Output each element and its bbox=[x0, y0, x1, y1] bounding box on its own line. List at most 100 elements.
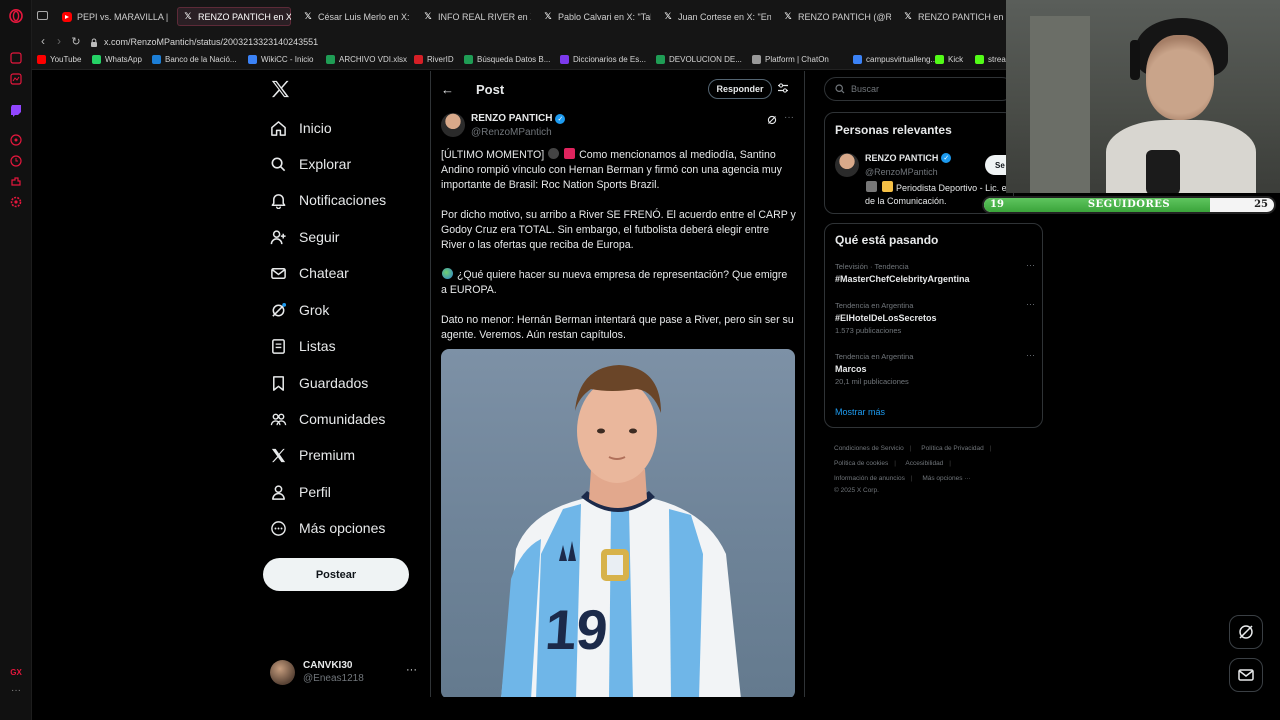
tab-cesar-merlo[interactable]: 𝕏 César Luis Merlo en X: " bbox=[297, 7, 411, 26]
sidebar-more-icon[interactable]: ··· bbox=[9, 683, 23, 697]
bookmark-item[interactable]: strea bbox=[975, 55, 1006, 64]
clock-icon[interactable] bbox=[9, 154, 23, 168]
bookmark-item[interactable]: WhatsApp bbox=[92, 55, 142, 64]
nav-item-comunidades[interactable]: Comunidades bbox=[270, 407, 385, 431]
footer-link[interactable]: Política de Privacidad bbox=[921, 445, 984, 452]
show-more-link[interactable]: Mostrar más bbox=[835, 407, 885, 417]
tab-label: RENZO PANTICH (@Renz bbox=[798, 11, 891, 22]
trend-item[interactable]: Tendencia en Argentina #ElHotelDeLosSecr… bbox=[835, 299, 1035, 335]
bookmark-favicon-icon bbox=[935, 55, 944, 64]
nav-item-explorar[interactable]: Explorar bbox=[270, 152, 351, 176]
bookmark-item[interactable]: ARCHIVO VDI.xlsx bbox=[326, 55, 407, 64]
url-field[interactable]: x.com/RenzoMPantich/status/2003213323140… bbox=[90, 34, 990, 50]
nav-item-label: Más opciones bbox=[299, 520, 386, 536]
bookmark-item[interactable]: DEVOLUCION DE... bbox=[656, 55, 742, 64]
footer-link[interactable]: Accesibilidad bbox=[905, 460, 943, 467]
bookmark-item[interactable]: Búsqueda Datos B... bbox=[464, 55, 550, 64]
author-avatar[interactable] bbox=[441, 113, 465, 137]
mail-icon bbox=[1238, 669, 1254, 681]
bookmark-item[interactable]: YouTube bbox=[37, 55, 81, 64]
grok-icon[interactable] bbox=[767, 115, 777, 125]
nav-item-seguir[interactable]: Seguir bbox=[270, 225, 339, 249]
reload-icon[interactable]: ↻ bbox=[69, 34, 83, 48]
back-icon[interactable]: ‹ bbox=[36, 34, 50, 48]
trend-item[interactable]: Televisión · Tendencia #MasterChefCelebr… bbox=[835, 260, 1035, 284]
bookmark-label: strea bbox=[988, 55, 1006, 64]
nav-item-perfil[interactable]: Perfil bbox=[270, 480, 331, 504]
settings-gear-icon[interactable] bbox=[9, 195, 23, 209]
grok-icon bbox=[270, 302, 287, 319]
nav-item-premium[interactable]: Premium bbox=[270, 443, 355, 467]
post-image[interactable]: 19 bbox=[441, 349, 795, 697]
youtube-icon bbox=[62, 11, 72, 22]
footer-link[interactable]: Política de cookies bbox=[834, 460, 888, 467]
tab-pepi-maravilla[interactable]: PEPI vs. MARAVILLA | PAR bbox=[56, 7, 170, 26]
post-button[interactable]: Postear bbox=[263, 558, 409, 591]
tab-label: PEPI vs. MARAVILLA | PAR bbox=[77, 11, 170, 22]
nav-item-notificaciones[interactable]: Notificaciones bbox=[270, 188, 386, 212]
trend-item[interactable]: Tendencia en Argentina Marcos 20,1 mil p… bbox=[835, 350, 1035, 386]
twitch-icon[interactable] bbox=[9, 103, 23, 117]
grok-floating-button[interactable] bbox=[1229, 615, 1263, 649]
bookmark-favicon-icon bbox=[414, 55, 423, 64]
trend-name: #ElHotelDeLosSecretos bbox=[835, 313, 937, 323]
nav-item-grok[interactable]: Grok bbox=[270, 298, 329, 322]
forward-icon[interactable]: › bbox=[52, 34, 66, 48]
bookmark-item[interactable]: Diccionarios de Es... bbox=[560, 55, 646, 64]
x-logo-icon[interactable] bbox=[270, 80, 290, 98]
tab-renzo-pantich-profile[interactable]: 𝕏 RENZO PANTICH (@Renz bbox=[777, 7, 891, 26]
messenger-icon[interactable] bbox=[9, 72, 23, 86]
post-more-icon[interactable]: ··· bbox=[784, 112, 794, 123]
avatar[interactable] bbox=[835, 153, 859, 177]
nav-item-label: Chatear bbox=[299, 265, 349, 281]
relevant-name-text: RENZO PANTICH bbox=[865, 153, 939, 163]
trend-more-icon[interactable]: ··· bbox=[1026, 299, 1035, 309]
messages-floating-button[interactable] bbox=[1229, 658, 1263, 692]
gx-badge[interactable]: GX bbox=[9, 665, 23, 679]
bookmark-item[interactable]: WikiCC - Inicio bbox=[248, 55, 313, 64]
bookmark-item[interactable]: Kick bbox=[935, 55, 963, 64]
trend-more-icon[interactable]: ··· bbox=[1026, 350, 1035, 360]
back-arrow-icon[interactable]: ← bbox=[441, 82, 454, 97]
bookmark-item[interactable]: RiverID bbox=[414, 55, 454, 64]
search-input[interactable]: Buscar bbox=[824, 77, 1014, 101]
trend-name: Marcos bbox=[835, 364, 867, 374]
nav-item-label: Comunidades bbox=[299, 411, 386, 427]
bookmark-label: RiverID bbox=[427, 55, 454, 64]
bookmark-favicon-icon bbox=[152, 55, 161, 64]
tab-info-real-river[interactable]: 𝕏 INFO REAL RIVER en X bbox=[417, 7, 531, 26]
footer-link[interactable]: Más opciones ··· bbox=[922, 475, 970, 482]
nav-item-chatear[interactable]: Chatear bbox=[270, 261, 349, 285]
tab-overview-icon[interactable] bbox=[37, 11, 48, 20]
tab-renzo-pantich-2[interactable]: 𝕏 RENZO PANTICH en X: " bbox=[897, 7, 1011, 26]
relevant-handle[interactable]: @RenzoMPantich bbox=[865, 167, 938, 177]
account-more-icon[interactable]: ··· bbox=[406, 664, 417, 676]
relevant-name[interactable]: RENZO PANTICH ✓ bbox=[865, 153, 952, 163]
bookmark-item[interactable]: Banco de la Nació... bbox=[152, 55, 237, 64]
tab-pablo-calvari[interactable]: 𝕏 Pablo Calvari en X: "Tal c bbox=[537, 7, 651, 26]
post-text: ¿Qué quiere hacer su nueva empresa de re… bbox=[441, 269, 788, 296]
nav-item-guardados[interactable]: Guardados bbox=[270, 371, 368, 395]
trend-more-icon[interactable]: ··· bbox=[1026, 260, 1035, 270]
player-icon[interactable] bbox=[9, 51, 23, 65]
bookmark-item[interactable]: campusvirtualleng... bbox=[853, 55, 937, 64]
trend-name: #MasterChefCelebrityArgentina bbox=[835, 274, 970, 284]
bookmark-item[interactable]: Platform | ChatOn bbox=[752, 55, 829, 64]
opera-logo-icon[interactable] bbox=[9, 9, 23, 23]
tab-juan-cortese[interactable]: 𝕏 Juan Cortese en X: "En e bbox=[657, 7, 771, 26]
siren-emoji-icon bbox=[564, 148, 576, 159]
nav-item-más-opciones[interactable]: Más opciones bbox=[270, 516, 385, 540]
extensions-icon[interactable] bbox=[9, 175, 23, 189]
footer-link[interactable]: Condiciones de Servicio bbox=[834, 445, 904, 452]
author-handle[interactable]: @RenzoMPantich bbox=[471, 127, 552, 138]
nav-item-inicio[interactable]: Inicio bbox=[270, 116, 332, 140]
author-name[interactable]: RENZO PANTICH ✓ bbox=[471, 113, 566, 124]
filter-settings-icon[interactable] bbox=[777, 82, 789, 94]
nav-item-listas[interactable]: Listas bbox=[270, 334, 336, 358]
footer-link[interactable]: Información de anuncios bbox=[834, 475, 905, 482]
lock-icon bbox=[91, 38, 97, 47]
reply-button[interactable]: Responder bbox=[708, 79, 772, 99]
history-icon[interactable] bbox=[9, 133, 23, 147]
tab-renzo-pantich-active[interactable]: 𝕏 RENZO PANTICH en X: "[Ú bbox=[177, 7, 291, 26]
account-switcher[interactable]: CANVKI30 @Eneas1218 ··· bbox=[270, 658, 420, 686]
